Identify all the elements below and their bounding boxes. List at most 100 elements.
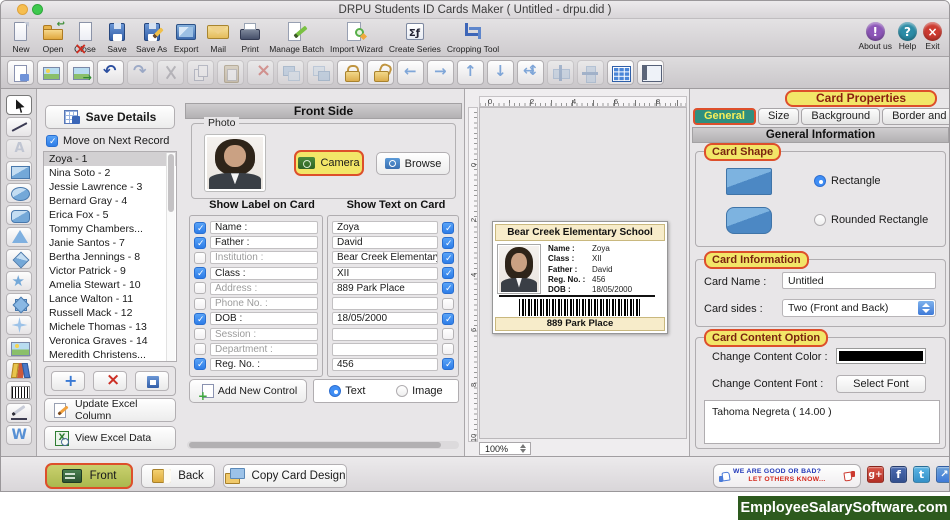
- copy-button[interactable]: [187, 60, 214, 85]
- record-item[interactable]: Janie Santos - 7: [44, 236, 176, 250]
- record-item[interactable]: Jessie Lawrence - 3: [44, 180, 176, 194]
- horizontal-scrollbar[interactable]: [187, 441, 459, 449]
- record-item[interactable]: Nina Soto - 2: [44, 166, 176, 180]
- horizontal-scrollbar-thumb[interactable]: [189, 442, 441, 448]
- field-label-box[interactable]: Class :: [210, 266, 318, 280]
- text-checkbox[interactable]: [442, 312, 454, 326]
- feedback-button[interactable]: WE ARE GOOD OR BAD? LET OTHERS KNOW...: [713, 464, 861, 488]
- zoom-button[interactable]: [32, 4, 43, 15]
- rectangle-radio[interactable]: [814, 175, 826, 187]
- field-value-input[interactable]: [332, 236, 438, 250]
- properties-tab[interactable]: Size: [757, 108, 800, 125]
- rectangle-option[interactable]: Rectangle: [814, 175, 881, 187]
- rounded-rectangle-radio[interactable]: [814, 214, 826, 226]
- starburst-tool[interactable]: [5, 293, 32, 313]
- field-label-box[interactable]: Name :: [210, 221, 318, 234]
- label-checkbox[interactable]: [194, 267, 206, 280]
- about-us-button[interactable]: ! About us: [855, 22, 895, 51]
- send-backward-button[interactable]: [307, 60, 334, 85]
- text-checkbox[interactable]: [442, 251, 454, 265]
- unlock-button[interactable]: [367, 60, 394, 85]
- pointer-tool[interactable]: [5, 95, 32, 115]
- signature-tool[interactable]: [5, 403, 32, 423]
- mail-button[interactable]: Mail: [202, 20, 234, 54]
- export-button[interactable]: Export: [170, 20, 202, 54]
- record-item[interactable]: Zoya - 1: [44, 152, 176, 166]
- view-excel-data-button[interactable]: View Excel Data: [44, 426, 176, 450]
- rounded-rectangle-shape-swatch[interactable]: [726, 207, 772, 234]
- field-label-box[interactable]: DOB :: [210, 312, 318, 326]
- text-checkbox[interactable]: [442, 358, 454, 371]
- camera-button[interactable]: Camera: [294, 150, 364, 176]
- content-color-swatch[interactable]: [836, 348, 926, 364]
- align-horizontal-button[interactable]: [547, 60, 574, 85]
- rectangle-shape-swatch[interactable]: [726, 168, 772, 195]
- record-item[interactable]: Lance Walton - 11: [44, 292, 176, 306]
- googleplus-icon[interactable]: [867, 466, 884, 483]
- gallery-tool[interactable]: [5, 359, 32, 379]
- properties-tab[interactable]: Background: [801, 108, 881, 125]
- manage-batch-button[interactable]: Manage Batch: [266, 20, 327, 54]
- star-tool[interactable]: [5, 271, 32, 291]
- image-radio[interactable]: [396, 385, 409, 397]
- image-radio-option[interactable]: Image: [396, 385, 443, 397]
- image-view-button[interactable]: [37, 60, 64, 85]
- card-sides-select[interactable]: Two (Front and Back): [782, 299, 936, 317]
- triangle-tool[interactable]: [5, 227, 32, 247]
- cut-button[interactable]: [157, 60, 184, 85]
- open-button[interactable]: Open: [37, 19, 69, 54]
- browse-button[interactable]: Browse: [376, 152, 450, 175]
- label-checkbox[interactable]: [194, 358, 206, 371]
- lock-button[interactable]: [337, 60, 364, 85]
- save-details-button[interactable]: Save Details: [45, 105, 175, 129]
- select-font-button[interactable]: Select Font: [836, 375, 926, 393]
- bring-forward-button[interactable]: [277, 60, 304, 85]
- field-label-box[interactable]: Session :: [210, 327, 318, 341]
- field-label-box[interactable]: Reg. No. :: [210, 357, 318, 371]
- delete-record-button[interactable]: [93, 371, 127, 391]
- help-button[interactable]: ? Help: [895, 22, 920, 51]
- twitter-icon[interactable]: [913, 466, 930, 483]
- move-next-record-checkbox[interactable]: [46, 135, 58, 148]
- minimize-button[interactable]: [17, 4, 28, 15]
- label-checkbox[interactable]: [194, 297, 206, 310]
- notes-button[interactable]: [7, 60, 34, 85]
- add-new-control-button[interactable]: Add New Control: [189, 379, 307, 403]
- field-label-box[interactable]: Department :: [210, 342, 318, 356]
- undo-button[interactable]: [97, 60, 124, 85]
- text-checkbox[interactable]: [442, 236, 454, 250]
- import-wizard-button[interactable]: Import Wizard: [327, 20, 386, 54]
- image-export-button[interactable]: [67, 60, 94, 85]
- grid-button[interactable]: [607, 60, 634, 85]
- save-record-button[interactable]: [135, 371, 169, 391]
- label-checkbox[interactable]: [194, 236, 206, 250]
- image-tool[interactable]: [5, 337, 32, 357]
- cropping-tool-button[interactable]: Cropping Tool: [444, 20, 502, 54]
- field-value-input[interactable]: [332, 297, 438, 311]
- line-tool[interactable]: [5, 117, 32, 137]
- field-value-input[interactable]: [332, 266, 438, 280]
- field-value-input[interactable]: [332, 251, 438, 265]
- print-button[interactable]: Print: [234, 20, 266, 54]
- text-radio[interactable]: [329, 385, 342, 397]
- barcode-tool[interactable]: [5, 381, 32, 401]
- text-checkbox[interactable]: [442, 282, 454, 295]
- student-photo-thumbnail[interactable]: [204, 134, 266, 192]
- ellipse-tool[interactable]: [5, 183, 32, 203]
- back-side-button[interactable]: Back: [141, 464, 215, 488]
- field-value-input[interactable]: [332, 221, 438, 234]
- add-record-button[interactable]: [51, 371, 85, 391]
- field-label-box[interactable]: Phone No. :: [210, 297, 318, 311]
- chevron-down-icon[interactable]: [918, 301, 934, 315]
- update-excel-column-button[interactable]: Update Excel Column: [44, 398, 176, 422]
- text-tool[interactable]: [5, 139, 32, 159]
- rounded-rectangle-option[interactable]: Rounded Rectangle: [814, 214, 928, 226]
- move-right-button[interactable]: [427, 60, 454, 85]
- text-checkbox[interactable]: [442, 267, 454, 280]
- align-vertical-button[interactable]: [577, 60, 604, 85]
- save-as-button[interactable]: Save As: [133, 20, 170, 54]
- records-scrollbar[interactable]: [166, 153, 175, 361]
- move-down-button[interactable]: [487, 60, 514, 85]
- record-item[interactable]: Victor Patrick - 9: [44, 264, 176, 278]
- exit-button[interactable]: × Exit: [920, 22, 945, 51]
